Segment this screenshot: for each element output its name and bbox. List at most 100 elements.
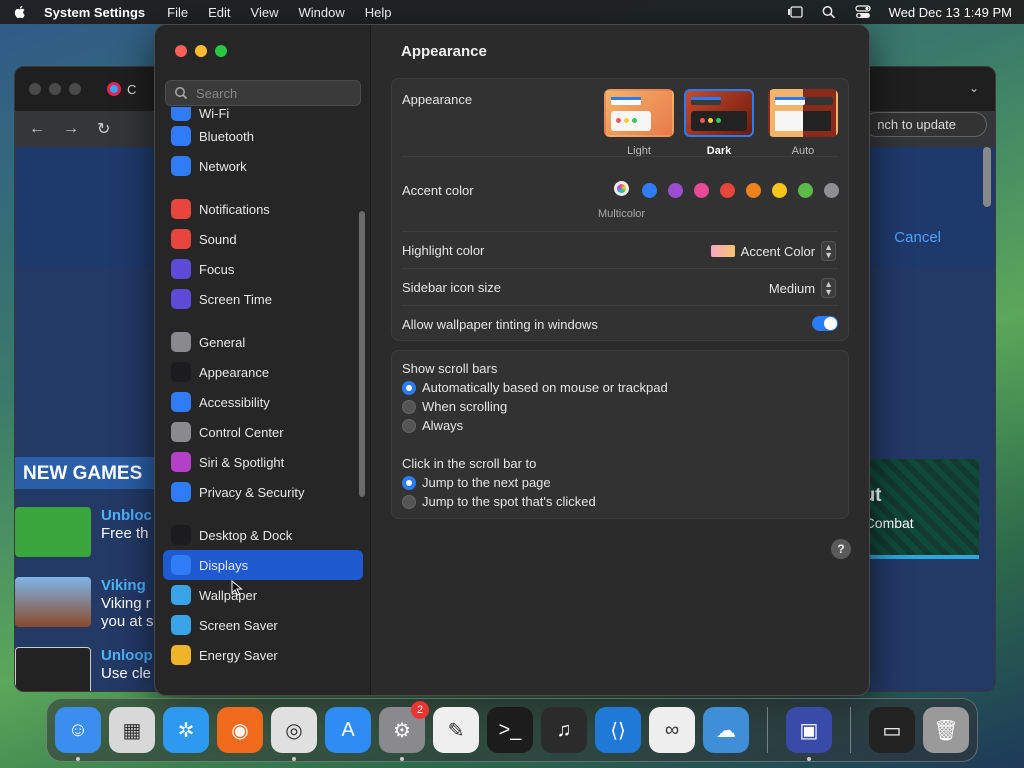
browser-zoom-button[interactable] bbox=[69, 83, 81, 95]
appearance-option-light[interactable]: Light bbox=[604, 89, 674, 157]
wallpaper-tinting-toggle[interactable] bbox=[812, 316, 838, 331]
sidebar-item-notifications[interactable]: Notifications bbox=[163, 194, 363, 224]
sidebar-item-sound[interactable]: Sound bbox=[163, 224, 363, 254]
firefox-icon[interactable]: ◉ bbox=[217, 707, 263, 753]
radio-button[interactable] bbox=[402, 475, 416, 490]
click-jump-spot-option[interactable]: Jump to the spot that's clicked bbox=[402, 494, 596, 509]
app-name-menu[interactable]: System Settings bbox=[44, 5, 145, 20]
spotlight-search-icon[interactable] bbox=[821, 5, 837, 19]
sidebar-item-appearance[interactable]: Appearance bbox=[163, 357, 363, 387]
control-center-icon[interactable] bbox=[855, 5, 871, 19]
sidebar-item-siri-spotlight[interactable]: Siri & Spotlight bbox=[163, 447, 363, 477]
sidebar-item-desktop-dock[interactable]: Desktop & Dock bbox=[163, 520, 363, 550]
click-jump-next-page-option[interactable]: Jump to the next page bbox=[402, 475, 551, 490]
stage-manager-icon[interactable] bbox=[787, 5, 803, 19]
sidebar-item-control-center[interactable]: Control Center bbox=[163, 417, 363, 447]
apple-icon[interactable] bbox=[12, 4, 28, 20]
system-settings-window: Wi-Fi Bluetooth Network Notifications Sound F… bbox=[154, 24, 870, 696]
minimized-window-icon[interactable]: ▭ bbox=[869, 707, 915, 753]
tab-search-chevron-icon[interactable]: ⌄ bbox=[969, 81, 979, 95]
visual-studio-icon[interactable]: ∞ bbox=[649, 707, 695, 753]
close-button[interactable] bbox=[175, 45, 187, 57]
radio-button[interactable] bbox=[402, 399, 416, 414]
accent-color-swatch[interactable] bbox=[694, 183, 709, 198]
vscode-icon[interactable]: ⟨⟩ bbox=[595, 707, 641, 753]
reload-icon[interactable]: ↻ bbox=[97, 119, 110, 139]
zoom-button[interactable] bbox=[215, 45, 227, 57]
sidebar-item-wallpaper[interactable]: Wallpaper bbox=[163, 580, 363, 610]
sidebar-item-energy-saver[interactable]: Energy Saver bbox=[163, 640, 363, 670]
sidebar-icon-size-popup[interactable]: Medium ▲ ▼ bbox=[769, 278, 836, 298]
accent-multicolor-swatch[interactable] bbox=[614, 181, 629, 196]
accent-color-swatch[interactable] bbox=[824, 183, 839, 198]
scroll-bars-auto-option[interactable]: Automatically based on mouse or trackpad bbox=[402, 380, 668, 395]
sidebar-item-screen-saver[interactable]: Screen Saver bbox=[163, 610, 363, 640]
sidebar-item-focus[interactable]: Focus bbox=[163, 254, 363, 284]
sidebar-item-general[interactable]: General bbox=[163, 327, 363, 357]
accent-color-swatch[interactable] bbox=[668, 183, 683, 198]
dock-separator bbox=[767, 707, 768, 753]
search-field[interactable] bbox=[165, 80, 361, 106]
scroll-bars-when-scrolling-option[interactable]: When scrolling bbox=[402, 399, 507, 414]
sidebar-item-privacy-security[interactable]: Privacy & Security bbox=[163, 477, 363, 507]
app-store-icon[interactable]: A bbox=[325, 707, 371, 753]
accent-color-swatch[interactable] bbox=[720, 183, 735, 198]
sidebar-item-label: Focus bbox=[199, 261, 235, 277]
multicolor-label: Multicolor bbox=[598, 208, 646, 220]
dark-thumbnail bbox=[684, 89, 754, 137]
textedit-icon[interactable]: ✎ bbox=[433, 707, 479, 753]
menu-edit[interactable]: Edit bbox=[208, 5, 230, 20]
menu-view[interactable]: View bbox=[251, 5, 279, 20]
scroll-bars-always-option[interactable]: Always bbox=[402, 418, 463, 433]
accent-color-swatch[interactable] bbox=[746, 183, 761, 198]
chrome-icon[interactable]: ◎ bbox=[271, 707, 317, 761]
browser-close-button[interactable] bbox=[29, 83, 41, 95]
wallpaper-icon bbox=[171, 585, 191, 605]
featured-game-card[interactable]: aut e Combat bbox=[853, 459, 979, 559]
finder-icon[interactable]: ☺ bbox=[55, 707, 101, 761]
sidebar-item-displays[interactable]: Displays bbox=[163, 550, 363, 580]
update-button[interactable]: nch to update bbox=[864, 112, 987, 137]
cancel-link[interactable]: Cancel bbox=[894, 229, 941, 246]
trash-icon[interactable]: 🗑 bbox=[923, 707, 969, 753]
menu-file[interactable]: File bbox=[167, 5, 188, 20]
sidebar-item-accessibility[interactable]: Accessibility bbox=[163, 387, 363, 417]
safari-icon[interactable]: ✲ bbox=[163, 707, 209, 753]
back-arrow-icon[interactable]: ← bbox=[29, 120, 45, 138]
radio-button[interactable] bbox=[402, 494, 416, 509]
screen-sharing-icon[interactable]: ▣ bbox=[786, 707, 832, 761]
sun-icon bbox=[171, 555, 191, 575]
system-settings-icon[interactable]: ⚙ 2 bbox=[379, 701, 429, 761]
menu-bar-clock[interactable]: Wed Dec 13 1:49 PM bbox=[889, 5, 1012, 20]
appearance-option-auto[interactable]: Auto bbox=[768, 89, 838, 157]
accent-color-swatch[interactable] bbox=[642, 183, 657, 198]
minimize-button[interactable] bbox=[195, 45, 207, 57]
accent-color-swatch[interactable] bbox=[772, 183, 787, 198]
help-button[interactable]: ? bbox=[831, 539, 851, 559]
highlight-color-popup[interactable]: Accent Color ▲ ▼ bbox=[710, 241, 836, 261]
search-input[interactable] bbox=[196, 85, 356, 101]
launchpad-icon[interactable]: ▦ bbox=[109, 707, 155, 753]
garageband-icon[interactable]: ♫ bbox=[541, 707, 587, 753]
browser-tab[interactable]: C bbox=[107, 82, 136, 97]
browser-minimize-button[interactable] bbox=[49, 83, 61, 95]
appearance-option-dark[interactable]: Dark bbox=[684, 89, 754, 157]
new-games-heading: NEW GAMES bbox=[15, 457, 155, 489]
menu-window[interactable]: Window bbox=[298, 5, 344, 20]
sidebar-item-network[interactable]: Network bbox=[163, 151, 363, 181]
radio-button[interactable] bbox=[402, 380, 416, 395]
sidebar-scrollbar[interactable] bbox=[359, 211, 365, 497]
sidebar-item-label: Network bbox=[199, 158, 247, 174]
notification-badge: 2 bbox=[411, 701, 429, 719]
menu-help[interactable]: Help bbox=[365, 5, 392, 20]
control-center-icon bbox=[171, 422, 191, 442]
sidebar-item-bluetooth[interactable]: Bluetooth bbox=[163, 121, 363, 151]
accent-color-swatch[interactable] bbox=[798, 183, 813, 198]
radio-button[interactable] bbox=[402, 418, 416, 433]
weather-icon[interactable]: ☁ bbox=[703, 707, 749, 753]
terminal-icon[interactable]: >_ bbox=[487, 707, 533, 753]
sidebar-item-screen-time[interactable]: Screen Time bbox=[163, 284, 363, 314]
forward-arrow-icon[interactable]: → bbox=[63, 120, 79, 138]
sidebar-item-wi-fi[interactable]: Wi-Fi bbox=[163, 107, 363, 121]
browser-scrollbar[interactable] bbox=[983, 147, 991, 207]
